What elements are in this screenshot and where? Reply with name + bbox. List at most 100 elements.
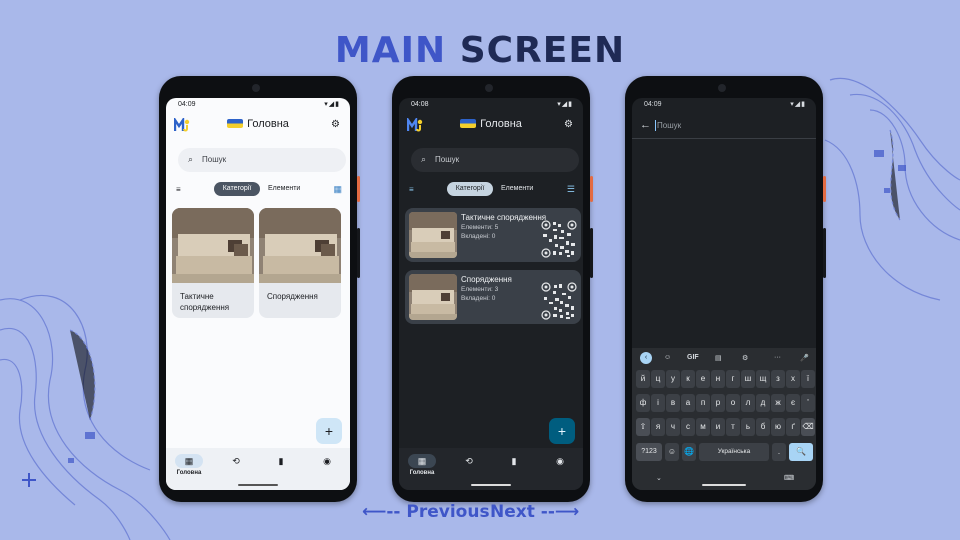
key-г[interactable]: г xyxy=(726,370,740,388)
key-щ[interactable]: щ xyxy=(756,370,770,388)
item-attachments-count: Вкладені: 0 xyxy=(461,295,496,302)
key-р[interactable]: р xyxy=(711,394,725,412)
key-у[interactable]: у xyxy=(666,370,680,388)
add-button[interactable]: + xyxy=(549,418,575,444)
keyboard-settings-icon[interactable]: ⚙ xyxy=(742,354,748,362)
phone-dark: 04:08 ▾◢▮ Головна ⚙ ⌕ Пошук ≡ Категорії … xyxy=(392,76,593,502)
collapse-toolbar-icon[interactable]: ‹ xyxy=(640,352,652,364)
sort-icon[interactable]: ≡ xyxy=(409,185,414,194)
category-list-item[interactable]: Тактичне спорядження Елементи: 5 Вкладен… xyxy=(405,208,581,262)
key-м[interactable]: м xyxy=(696,418,710,436)
sticker-icon[interactable]: ☺ xyxy=(664,354,671,361)
search-input[interactable]: Пошук xyxy=(657,121,681,130)
key-й[interactable]: й xyxy=(636,370,650,388)
sort-icon[interactable]: ≡ xyxy=(176,185,181,194)
key-п[interactable]: п xyxy=(696,394,710,412)
clipboard-icon[interactable]: ▤ xyxy=(715,354,722,362)
key-а[interactable]: а xyxy=(681,394,695,412)
tab-categories[interactable]: Категорії xyxy=(447,182,493,196)
key-л[interactable]: л xyxy=(741,394,755,412)
keyboard-switch-icon[interactable]: ⌨ xyxy=(784,474,794,482)
microphone-icon[interactable]: 🎤 xyxy=(800,354,809,362)
gif-button[interactable]: GIF xyxy=(687,354,699,361)
key-к[interactable]: к xyxy=(681,370,695,388)
item-title: Спорядження xyxy=(461,275,512,284)
category-list-item[interactable]: Спорядження Елементи: 3 Вкладені: 0 xyxy=(405,270,581,324)
search-input[interactable]: ⌕ Пошук xyxy=(411,148,579,172)
shift-key[interactable]: ⇧ xyxy=(636,418,650,436)
tab-categories[interactable]: Категорії xyxy=(214,182,260,196)
key-і[interactable]: і xyxy=(651,394,665,412)
gesture-bar[interactable] xyxy=(471,484,511,486)
nav-history[interactable]: ⟲ xyxy=(454,454,484,468)
settings-gear-icon[interactable]: ⚙ xyxy=(564,119,573,130)
key-т[interactable]: т xyxy=(726,418,740,436)
nav-home[interactable]: ▦ Головна xyxy=(407,454,437,476)
item-title: Тактичне спорядження xyxy=(461,213,547,222)
key-з[interactable]: з xyxy=(771,370,785,388)
grid-view-icon[interactable]: ▦ xyxy=(333,184,342,195)
key-ю[interactable]: ю xyxy=(771,418,785,436)
key-б[interactable]: б xyxy=(756,418,770,436)
nav-stats[interactable]: ▮ xyxy=(266,454,296,468)
numbers-key[interactable]: ?123 xyxy=(636,443,662,461)
key-в[interactable]: в xyxy=(666,394,680,412)
nav-history[interactable]: ⟲ xyxy=(221,454,251,468)
category-image xyxy=(409,274,457,320)
category-card[interactable]: Тактичне спорядження xyxy=(172,208,254,318)
settings-gear-icon[interactable]: ⚙ xyxy=(331,119,340,130)
key-є[interactable]: є xyxy=(786,394,800,412)
search-input[interactable]: ⌕ Пошук xyxy=(178,148,346,172)
key-ш[interactable]: ш xyxy=(741,370,755,388)
key-и[interactable]: и xyxy=(711,418,725,436)
space-key[interactable]: Українська xyxy=(699,443,769,461)
category-card[interactable]: Спорядження xyxy=(259,208,341,318)
key-с[interactable]: с xyxy=(681,418,695,436)
next-link[interactable]: Next --⟶ xyxy=(490,502,579,522)
tab-elements[interactable]: Елементи xyxy=(268,182,300,196)
key-ї[interactable]: ї xyxy=(801,370,815,388)
more-icon[interactable]: ··· xyxy=(774,354,781,361)
nav-home[interactable]: ▦ Головна xyxy=(174,454,204,476)
gesture-bar[interactable] xyxy=(238,484,278,486)
key-ґ[interactable]: ґ xyxy=(786,418,800,436)
nav-account[interactable]: ◉ xyxy=(545,454,575,468)
chart-icon: ▮ xyxy=(278,456,284,466)
previous-link[interactable]: ⟵-- Previous xyxy=(362,502,490,522)
tab-elements[interactable]: Елементи xyxy=(501,182,533,196)
gesture-bar[interactable] xyxy=(702,484,746,486)
language-globe-key[interactable]: 🌐 xyxy=(682,443,696,461)
key-н[interactable]: н xyxy=(711,370,725,388)
list-view-icon[interactable]: ☰ xyxy=(567,184,575,195)
key-'[interactable]: ' xyxy=(801,394,815,412)
search-action-key[interactable]: 🔍 xyxy=(789,443,813,461)
key-д[interactable]: д xyxy=(756,394,770,412)
qr-code-icon[interactable] xyxy=(541,220,577,258)
search-icon: ⌕ xyxy=(188,154,194,164)
key-ф[interactable]: ф xyxy=(636,394,650,412)
nav-stats[interactable]: ▮ xyxy=(499,454,529,468)
category-title: Спорядження xyxy=(267,292,318,301)
history-icon: ⟲ xyxy=(465,456,473,466)
hide-keyboard-icon[interactable]: ⌄ xyxy=(656,474,662,482)
qr-code-icon[interactable] xyxy=(541,282,577,320)
tabs-row: ≡ Категорії Елементи ☰ xyxy=(399,182,583,198)
keyboard-row-4: ?123 ☺ 🌐 Українська . 🔍 xyxy=(632,443,816,463)
account-icon: ◉ xyxy=(323,456,331,466)
emoji-key[interactable]: ☺ xyxy=(665,443,679,461)
key-х[interactable]: х xyxy=(786,370,800,388)
account-icon: ◉ xyxy=(556,456,564,466)
category-image xyxy=(259,208,341,283)
key-ц[interactable]: ц xyxy=(651,370,665,388)
key-я[interactable]: я xyxy=(651,418,665,436)
key-о[interactable]: о xyxy=(726,394,740,412)
period-key[interactable]: . xyxy=(772,443,786,461)
key-ь[interactable]: ь xyxy=(741,418,755,436)
key-ч[interactable]: ч xyxy=(666,418,680,436)
key-е[interactable]: е xyxy=(696,370,710,388)
back-arrow-icon[interactable]: ← xyxy=(640,119,651,131)
backspace-key[interactable]: ⌫ xyxy=(801,418,815,436)
nav-account[interactable]: ◉ xyxy=(312,454,342,468)
add-button[interactable]: + xyxy=(316,418,342,444)
key-ж[interactable]: ж xyxy=(771,394,785,412)
